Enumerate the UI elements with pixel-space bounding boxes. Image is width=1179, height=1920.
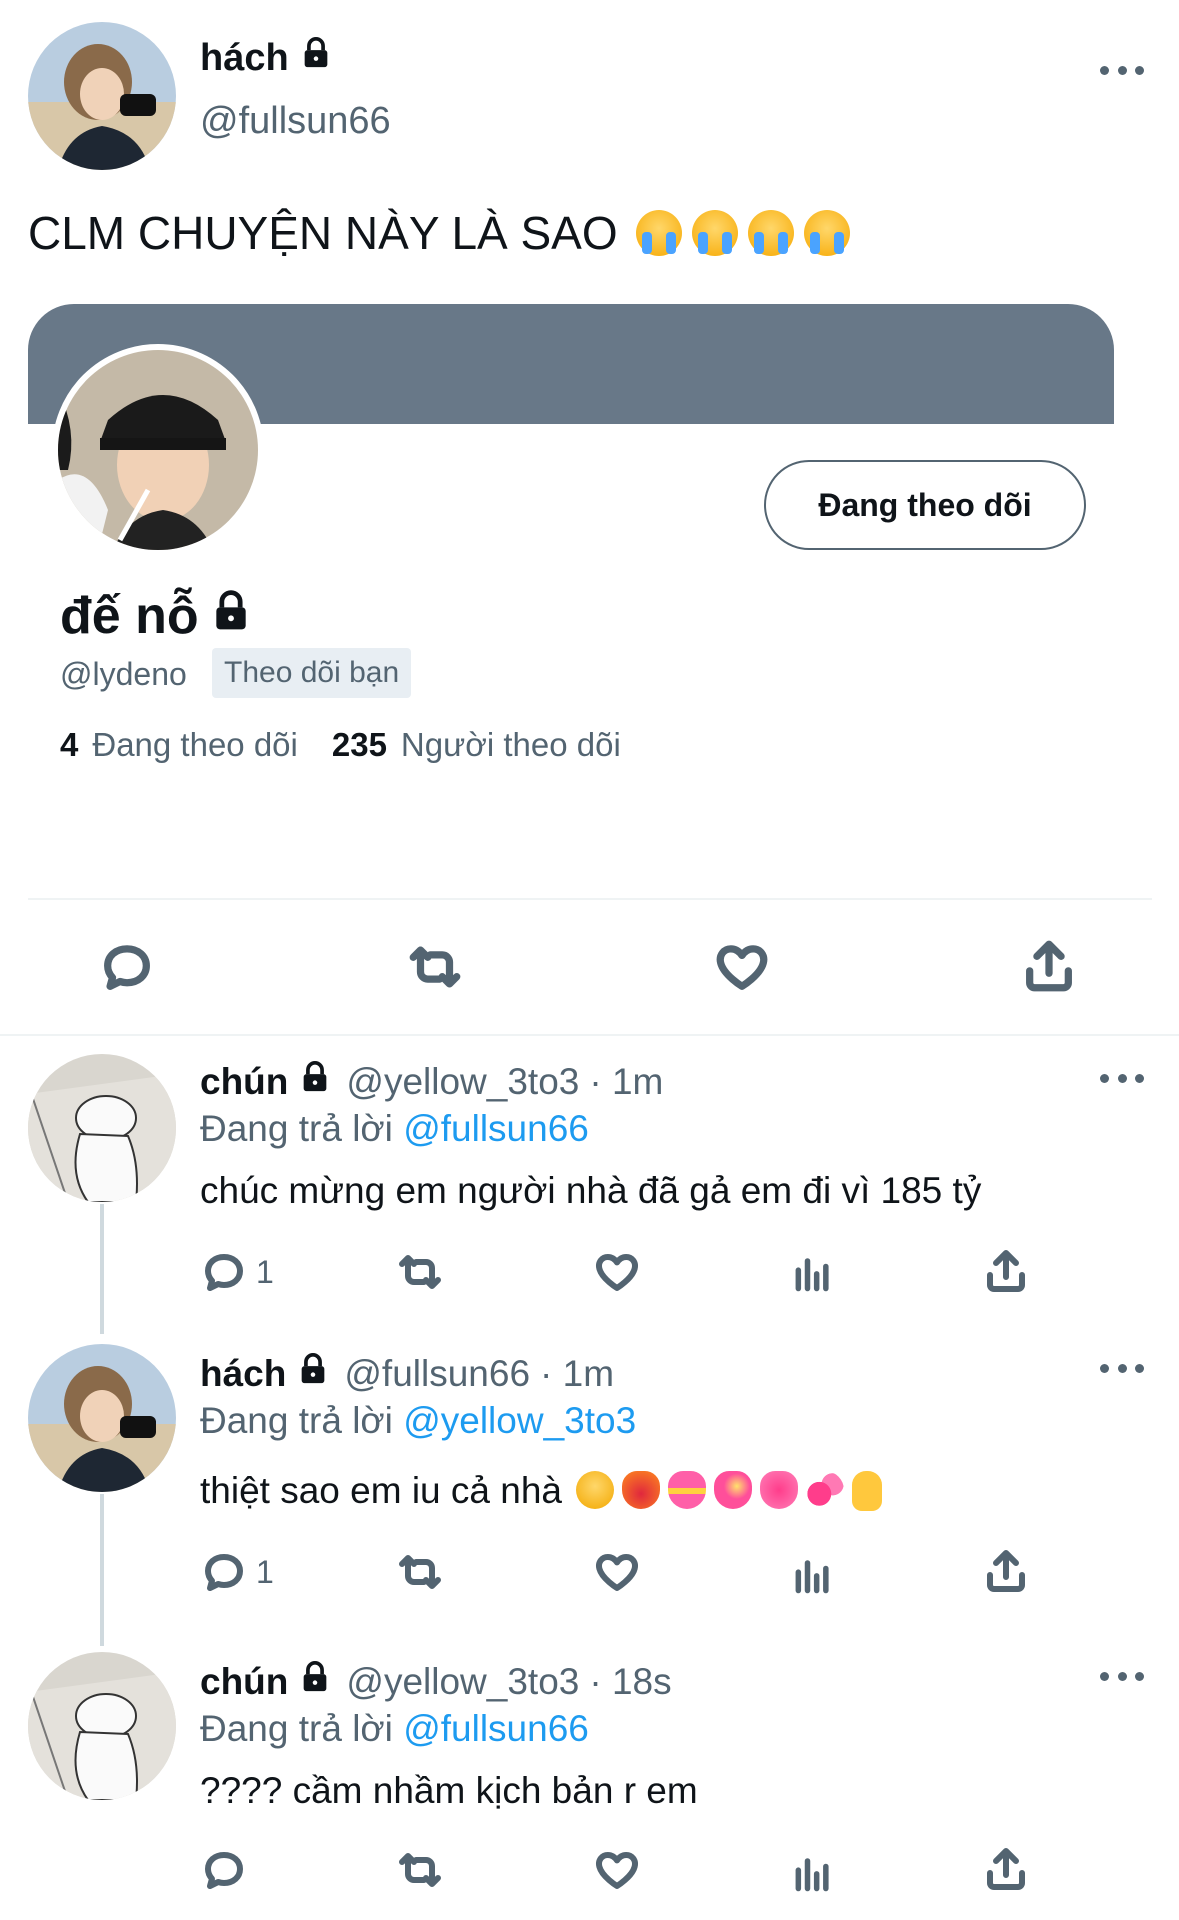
avatar[interactable] <box>28 1344 176 1492</box>
reply-button[interactable]: 1 <box>200 1248 274 1296</box>
divider <box>28 898 1152 900</box>
growing-heart-icon <box>760 1471 798 1509</box>
share-button[interactable] <box>982 1546 1030 1596</box>
loudly-crying-face-icon <box>635 210 682 256</box>
analytics-button[interactable] <box>790 1250 836 1294</box>
reply-text: chúc mừng em người nhà đã gả em đi vì 18… <box>200 1170 982 1211</box>
share-button[interactable] <box>982 1844 1030 1894</box>
profile-handle: @lydeno <box>60 656 187 692</box>
lock-icon <box>296 1352 330 1395</box>
analytics-icon <box>795 1560 829 1594</box>
retweet-icon <box>409 946 461 988</box>
reply-text: thiệt sao em iu cả nhà <box>200 1470 562 1511</box>
more-options-icon[interactable] <box>1100 1358 1144 1378</box>
reply-button[interactable]: 1 <box>200 1548 274 1596</box>
tweet-text: CLM CHUYỆN NÀY LÀ SAO <box>28 207 618 259</box>
replying-to-prefix: Đang trả lời <box>200 1708 393 1749</box>
author-display-name[interactable]: hách <box>200 37 289 80</box>
thread-line <box>100 1494 104 1646</box>
share-button[interactable] <box>982 1246 1030 1296</box>
reply-handle[interactable]: @yellow_3to3 <box>346 1061 579 1103</box>
profile-avatar[interactable] <box>52 344 264 556</box>
replying-to-prefix: Đang trả lời <box>200 1400 393 1441</box>
reply-icon <box>205 1852 243 1889</box>
retweet-icon <box>399 1255 441 1289</box>
lock-icon <box>298 1660 332 1703</box>
reply-handle[interactable]: @fullsun66 <box>344 1353 530 1395</box>
loudly-crying-face-icon <box>747 210 794 256</box>
reply-count: 1 <box>256 1253 274 1290</box>
retweet-button[interactable] <box>394 1846 446 1894</box>
more-options-icon[interactable] <box>1100 60 1144 80</box>
reply-handle[interactable]: @yellow_3to3 <box>346 1661 579 1703</box>
replying-to-handle[interactable]: @fullsun66 <box>403 1108 589 1149</box>
reply-time[interactable]: · 1m <box>540 1353 614 1395</box>
avatar[interactable] <box>28 22 176 170</box>
reply-icon <box>205 1554 243 1591</box>
reply-count: 1 <box>256 1553 274 1590</box>
more-options-icon[interactable] <box>1100 1666 1144 1686</box>
following-label[interactable]: Đang theo dõi <box>92 726 298 764</box>
followers-count[interactable]: 235 <box>332 726 387 764</box>
avatar[interactable] <box>28 1652 176 1800</box>
heart-on-fire-icon <box>622 1471 660 1509</box>
share-icon <box>987 1550 1025 1592</box>
followers-label[interactable]: Người theo dõi <box>401 726 621 764</box>
replying-to-prefix: Đang trả lời <box>200 1108 393 1149</box>
replying-to-handle[interactable]: @fullsun66 <box>403 1708 589 1749</box>
reply-icon <box>104 945 150 990</box>
reply-time[interactable]: · 18s <box>589 1661 671 1703</box>
revolving-hearts-icon <box>806 1471 844 1509</box>
reply-button[interactable] <box>98 938 156 996</box>
reply-time[interactable]: · 1m <box>589 1061 663 1103</box>
heart-icon <box>596 1554 638 1591</box>
heart-icon <box>596 1852 638 1889</box>
share-icon <box>1026 940 1072 992</box>
like-button[interactable] <box>592 1248 642 1296</box>
analytics-icon <box>795 1858 829 1892</box>
analytics-icon <box>795 1258 829 1292</box>
pleading-face-icon <box>576 1471 614 1509</box>
reply-display-name[interactable]: chún <box>200 1661 288 1703</box>
reply-display-name[interactable]: hách <box>200 1353 286 1395</box>
follows-you-badge: Theo dõi bạn <box>212 648 412 698</box>
like-button[interactable] <box>712 938 772 996</box>
section-divider <box>0 1034 1179 1036</box>
like-button[interactable] <box>592 1548 642 1596</box>
retweet-button[interactable] <box>394 1248 446 1296</box>
share-icon <box>987 1250 1025 1292</box>
sparkling-heart-icon <box>714 1471 752 1509</box>
lock-icon <box>298 1060 332 1103</box>
retweet-button[interactable] <box>404 938 466 996</box>
analytics-button[interactable] <box>790 1850 836 1894</box>
author-handle[interactable]: @fullsun66 <box>200 100 391 143</box>
like-button[interactable] <box>592 1846 642 1894</box>
reply-display-name[interactable]: chún <box>200 1061 288 1103</box>
analytics-button[interactable] <box>790 1552 836 1596</box>
pinching-hand-icon <box>852 1471 882 1511</box>
more-options-icon[interactable] <box>1100 1068 1144 1088</box>
thread-line <box>100 1204 104 1334</box>
replying-to-handle[interactable]: @yellow_3to3 <box>403 1400 636 1441</box>
reply-icon <box>205 1254 243 1291</box>
share-button[interactable] <box>1020 936 1078 996</box>
retweet-button[interactable] <box>394 1548 446 1596</box>
follow-button[interactable]: Đang theo dõi <box>764 460 1086 550</box>
share-icon <box>987 1848 1025 1890</box>
retweet-icon <box>399 1555 441 1589</box>
loudly-crying-face-icon <box>691 210 738 256</box>
reply-button[interactable] <box>200 1846 256 1894</box>
loudly-crying-face-icon <box>803 210 850 256</box>
following-count[interactable]: 4 <box>60 726 78 764</box>
heart-icon <box>596 1254 638 1291</box>
avatar[interactable] <box>28 1054 176 1202</box>
profile-display-name: đế nỗ <box>60 587 199 645</box>
heart-icon <box>716 945 768 990</box>
lock-icon <box>299 36 333 80</box>
follow-button-label: Đang theo dõi <box>818 486 1032 523</box>
reply-text: ???? cầm nhầm kịch bản r em <box>200 1770 698 1811</box>
heart-with-ribbon-icon <box>668 1471 706 1509</box>
lock-icon <box>209 586 253 646</box>
retweet-icon <box>399 1853 441 1887</box>
